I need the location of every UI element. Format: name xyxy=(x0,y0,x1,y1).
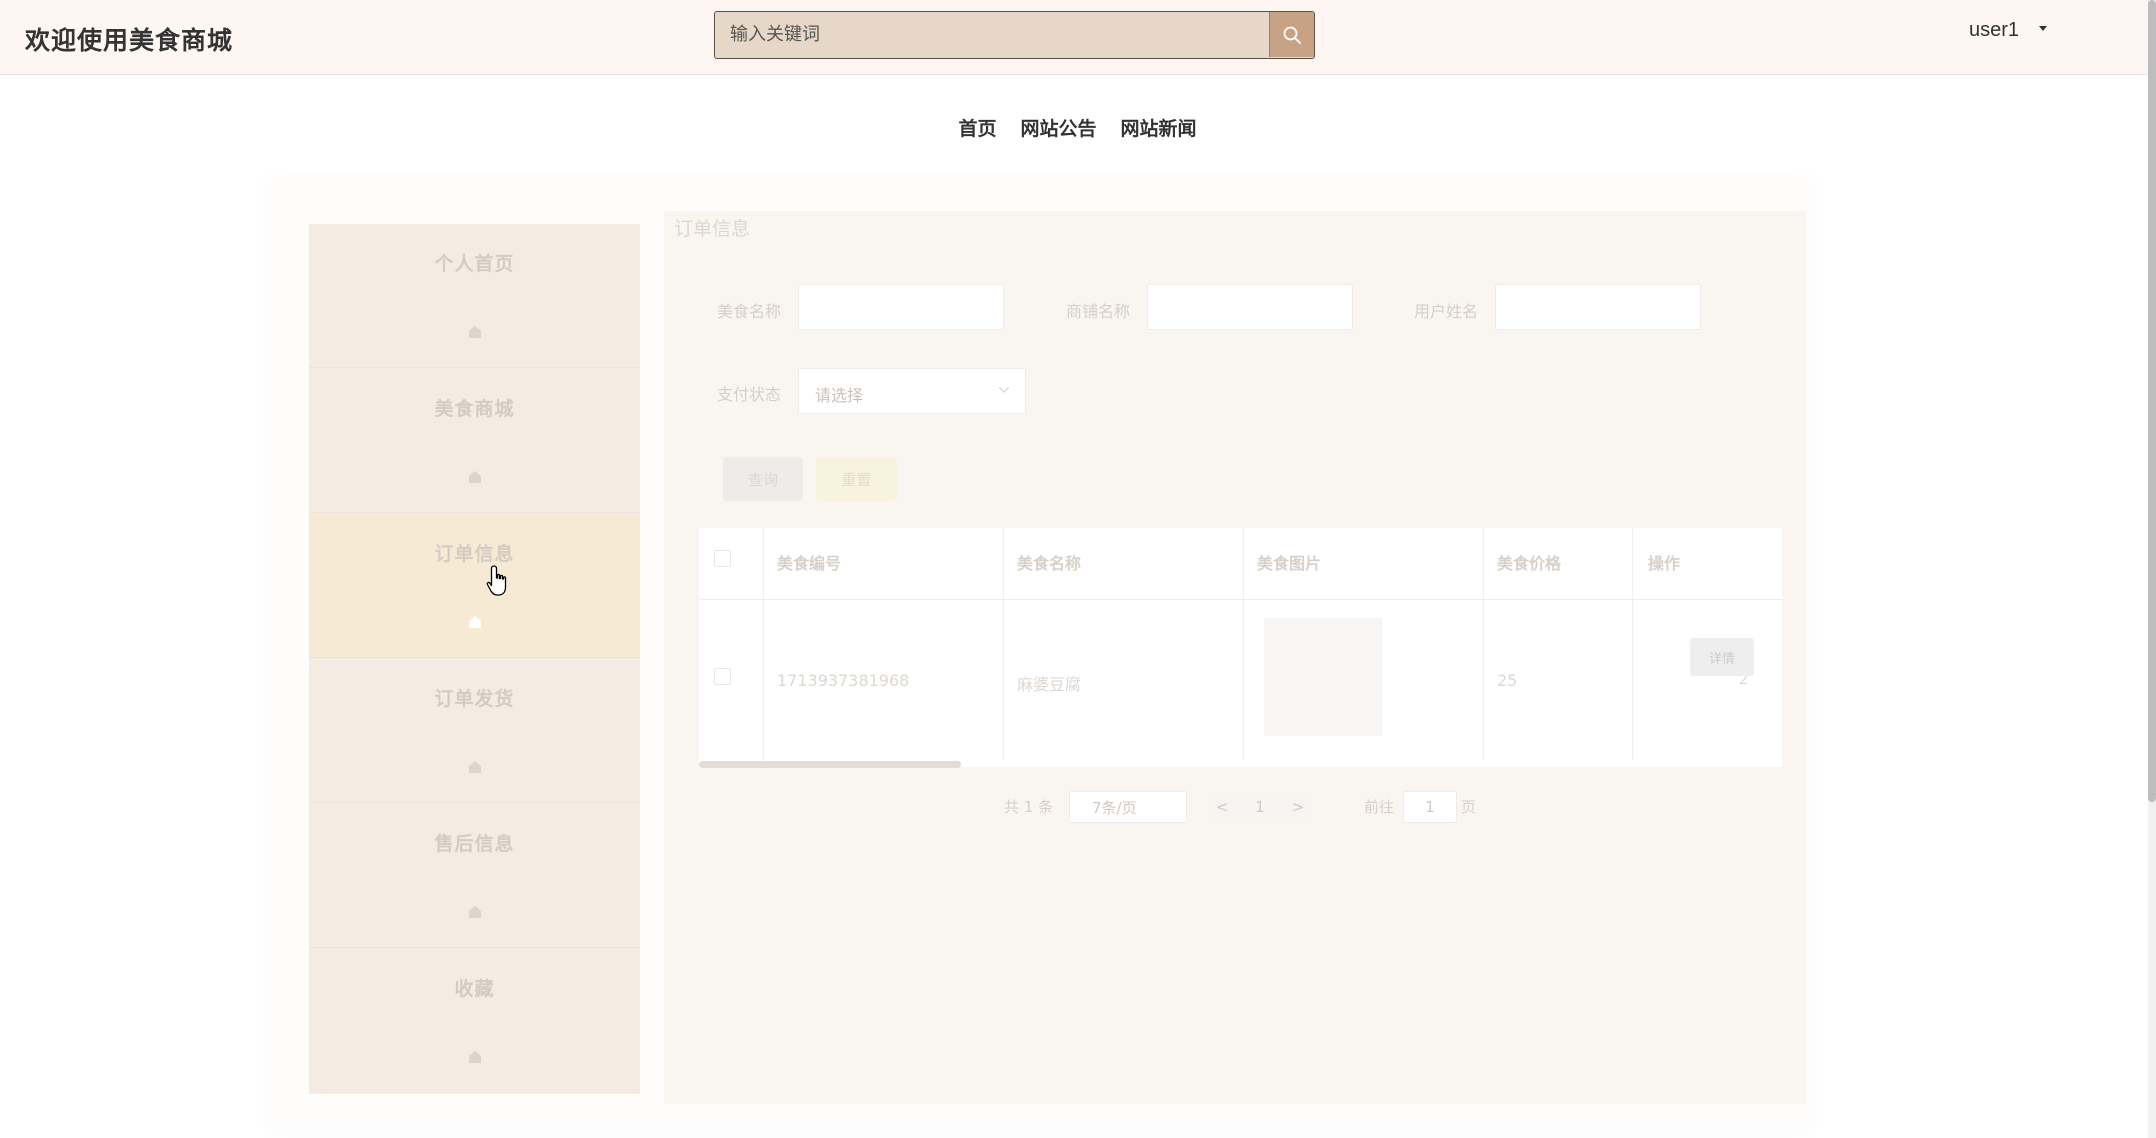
home-icon xyxy=(469,906,481,918)
home-icon xyxy=(469,326,481,338)
table-scrollbar[interactable] xyxy=(699,761,961,768)
top-bar: 欢迎使用美食商城 user1 xyxy=(0,0,2148,75)
home-icon xyxy=(469,761,481,773)
orders-table: 美食编号 美食名称 美食图片 美食价格 操作 1713937381968 麻婆豆… xyxy=(699,528,1782,768)
column-header: 美食名称 xyxy=(1017,554,1082,573)
page-size-label: 7条/页 xyxy=(1092,798,1137,817)
shop-name-label: 商铺名称 xyxy=(1066,302,1131,321)
food-image xyxy=(1264,618,1382,736)
table-header: 美食编号 美食名称 美食图片 美食价格 操作 xyxy=(699,528,1782,600)
select-all-checkbox[interactable] xyxy=(714,550,731,567)
pay-status-placeholder: 请选择 xyxy=(815,386,864,405)
shop-name-input[interactable] xyxy=(1147,284,1353,330)
sidebar-item-label: 个人首页 xyxy=(434,253,515,275)
search-box xyxy=(714,11,1315,59)
sidebar: 个人首页 美食商城 订单信息 订单发货 售后信息 收藏 xyxy=(309,224,640,1094)
prev-page-button[interactable]: < xyxy=(1208,791,1236,823)
food-name-cell: 麻婆豆腐 xyxy=(1017,675,1082,694)
column-divider xyxy=(1003,528,1004,761)
search-button[interactable] xyxy=(1269,12,1314,57)
sidebar-item-label: 订单发货 xyxy=(434,688,515,710)
sidebar-item-favorites[interactable]: 收藏 xyxy=(309,949,640,1093)
home-icon xyxy=(469,616,481,628)
reset-button[interactable]: 重置 xyxy=(816,457,897,501)
page-size-select[interactable]: 7条/页 xyxy=(1069,791,1187,823)
hand-cursor-icon xyxy=(486,565,507,596)
food-name-input[interactable] xyxy=(798,284,1004,330)
goto-label: 前往 xyxy=(1364,798,1395,816)
food-price-cell: 25 xyxy=(1497,671,1518,690)
column-header: 操作 xyxy=(1648,554,1681,573)
sidebar-item-food-mall[interactable]: 美食商城 xyxy=(309,369,640,513)
detail-button[interactable]: 详情 xyxy=(1690,638,1754,676)
pay-status-label: 支付状态 xyxy=(717,385,782,404)
search-input[interactable] xyxy=(715,12,1270,57)
pay-status-select[interactable]: 请选择 xyxy=(798,368,1026,414)
food-name-label: 美食名称 xyxy=(717,302,782,321)
pagination-total: 共 1 条 xyxy=(1004,798,1054,816)
fixed-column xyxy=(1632,600,1782,761)
home-icon xyxy=(469,1051,481,1063)
row-checkbox[interactable] xyxy=(714,668,731,685)
main-nav: 首页 网站公告 网站新闻 xyxy=(0,112,2148,143)
sidebar-item-label: 售后信息 xyxy=(434,833,515,855)
goto-page-input[interactable]: 1 xyxy=(1403,791,1457,823)
sidebar-item-profile[interactable]: 个人首页 xyxy=(309,224,640,368)
goto-suffix: 页 xyxy=(1461,798,1477,816)
home-icon xyxy=(469,471,481,483)
column-divider xyxy=(763,528,764,761)
user-name-input[interactable] xyxy=(1495,284,1701,330)
sidebar-item-after-sales[interactable]: 售后信息 xyxy=(309,804,640,948)
food-code-cell: 1713937381968 xyxy=(777,671,910,690)
column-divider xyxy=(1243,528,1244,761)
sidebar-item-label: 订单信息 xyxy=(434,543,515,565)
user-name-label: 用户姓名 xyxy=(1414,302,1479,321)
column-header: 美食价格 xyxy=(1497,554,1562,573)
column-header: 美食图片 xyxy=(1257,554,1322,573)
nav-item-announcements[interactable]: 网站公告 xyxy=(1020,112,1096,143)
page-scrollbar-thumb[interactable] xyxy=(2148,0,2156,802)
page-number[interactable]: 1 xyxy=(1240,791,1280,823)
sidebar-item-orders[interactable]: 订单信息 xyxy=(309,514,640,658)
nav-item-home[interactable]: 首页 xyxy=(958,112,996,143)
caret-down-icon[interactable] xyxy=(2037,24,2049,32)
nav-item-news[interactable]: 网站新闻 xyxy=(1121,112,1197,143)
next-page-button[interactable]: > xyxy=(1284,791,1312,823)
sidebar-item-shipping[interactable]: 订单发货 xyxy=(309,659,640,803)
site-title: 欢迎使用美食商城 xyxy=(25,26,234,55)
query-button[interactable]: 查询 xyxy=(723,457,803,501)
search-icon xyxy=(1283,26,1301,44)
content-panel: 订单信息 美食名称 商铺名称 用户姓名 支付状态 请选择 查询 重置 美食编号 … xyxy=(664,211,1806,1104)
chevron-down-icon xyxy=(998,386,1010,394)
page-title: 订单信息 xyxy=(674,218,751,240)
sidebar-item-label: 收藏 xyxy=(454,978,495,1000)
user-menu[interactable]: user1 xyxy=(1969,19,2019,42)
column-header: 美食编号 xyxy=(777,554,842,573)
sidebar-item-label: 美食商城 xyxy=(434,398,515,420)
column-divider xyxy=(1483,528,1484,761)
